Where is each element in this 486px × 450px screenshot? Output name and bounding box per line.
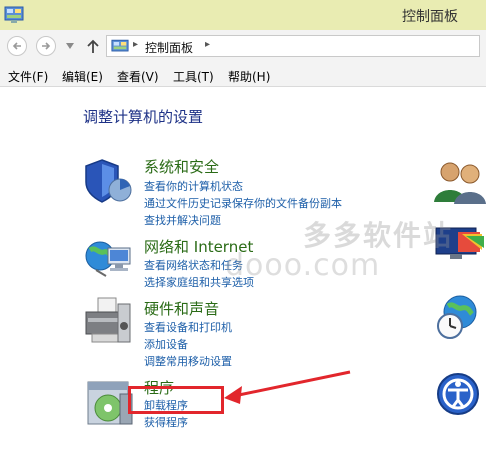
address-bar: ▸ 控制面板 ▸	[0, 30, 486, 62]
menu-tools[interactable]: 工具(T)	[173, 68, 214, 85]
recent-locations-chevron-icon[interactable]	[66, 43, 74, 49]
category-hardware-sound-title[interactable]: 硬件和声音	[144, 298, 219, 319]
breadcrumb-separator[interactable]: ▸	[205, 39, 210, 50]
address-path-box[interactable]: ▸ 控制面板 ▸	[106, 35, 480, 57]
forward-arrow-icon	[42, 42, 51, 50]
menu-help[interactable]: 帮助(H)	[228, 68, 270, 85]
up-arrow-icon[interactable]	[86, 38, 100, 54]
page-heading: 调整计算机的设置	[83, 108, 204, 126]
link-file-history-backup[interactable]: 通过文件历史记录保存你的文件备份副本	[144, 195, 342, 211]
watermark-english: dooo.com	[225, 248, 381, 283]
link-add-device[interactable]: 添加设备	[144, 336, 188, 352]
menu-edit[interactable]: 编辑(E)	[62, 68, 103, 85]
back-arrow-icon	[12, 42, 21, 50]
forward-button[interactable]	[36, 36, 56, 56]
breadcrumb-separator[interactable]: ▸	[133, 39, 138, 50]
printer-icon[interactable]	[82, 296, 134, 346]
link-devices-printers[interactable]: 查看设备和打印机	[144, 319, 232, 335]
menu-bar: 文件(F) 编辑(E) 查看(V) 工具(T) 帮助(H)	[0, 62, 486, 87]
menu-file[interactable]: 文件(F)	[8, 68, 48, 85]
annotation-highlight-box	[128, 386, 224, 414]
ease-of-access-icon[interactable]	[432, 370, 486, 420]
users-icon[interactable]	[432, 160, 486, 204]
category-system-security-title[interactable]: 系统和安全	[144, 156, 219, 177]
link-view-computer-status[interactable]: 查看你的计算机状态	[144, 178, 243, 194]
shield-icon[interactable]	[84, 156, 134, 206]
clock-globe-icon[interactable]	[432, 292, 486, 342]
annotation-arrow-icon	[224, 370, 351, 404]
back-button[interactable]	[7, 36, 27, 56]
title-bar: 控制面板	[0, 0, 486, 30]
globe-network-icon[interactable]	[84, 236, 134, 280]
link-mobility-settings[interactable]: 调整常用移动设置	[144, 353, 232, 369]
link-troubleshoot[interactable]: 查找并解决问题	[144, 212, 221, 228]
window-title: 控制面板	[402, 9, 458, 25]
control-panel-icon	[111, 39, 129, 52]
link-get-programs[interactable]: 获得程序	[144, 414, 188, 430]
control-panel-icon	[4, 6, 24, 23]
menu-view[interactable]: 查看(V)	[117, 68, 159, 85]
breadcrumb-control-panel[interactable]: 控制面板	[145, 39, 193, 56]
